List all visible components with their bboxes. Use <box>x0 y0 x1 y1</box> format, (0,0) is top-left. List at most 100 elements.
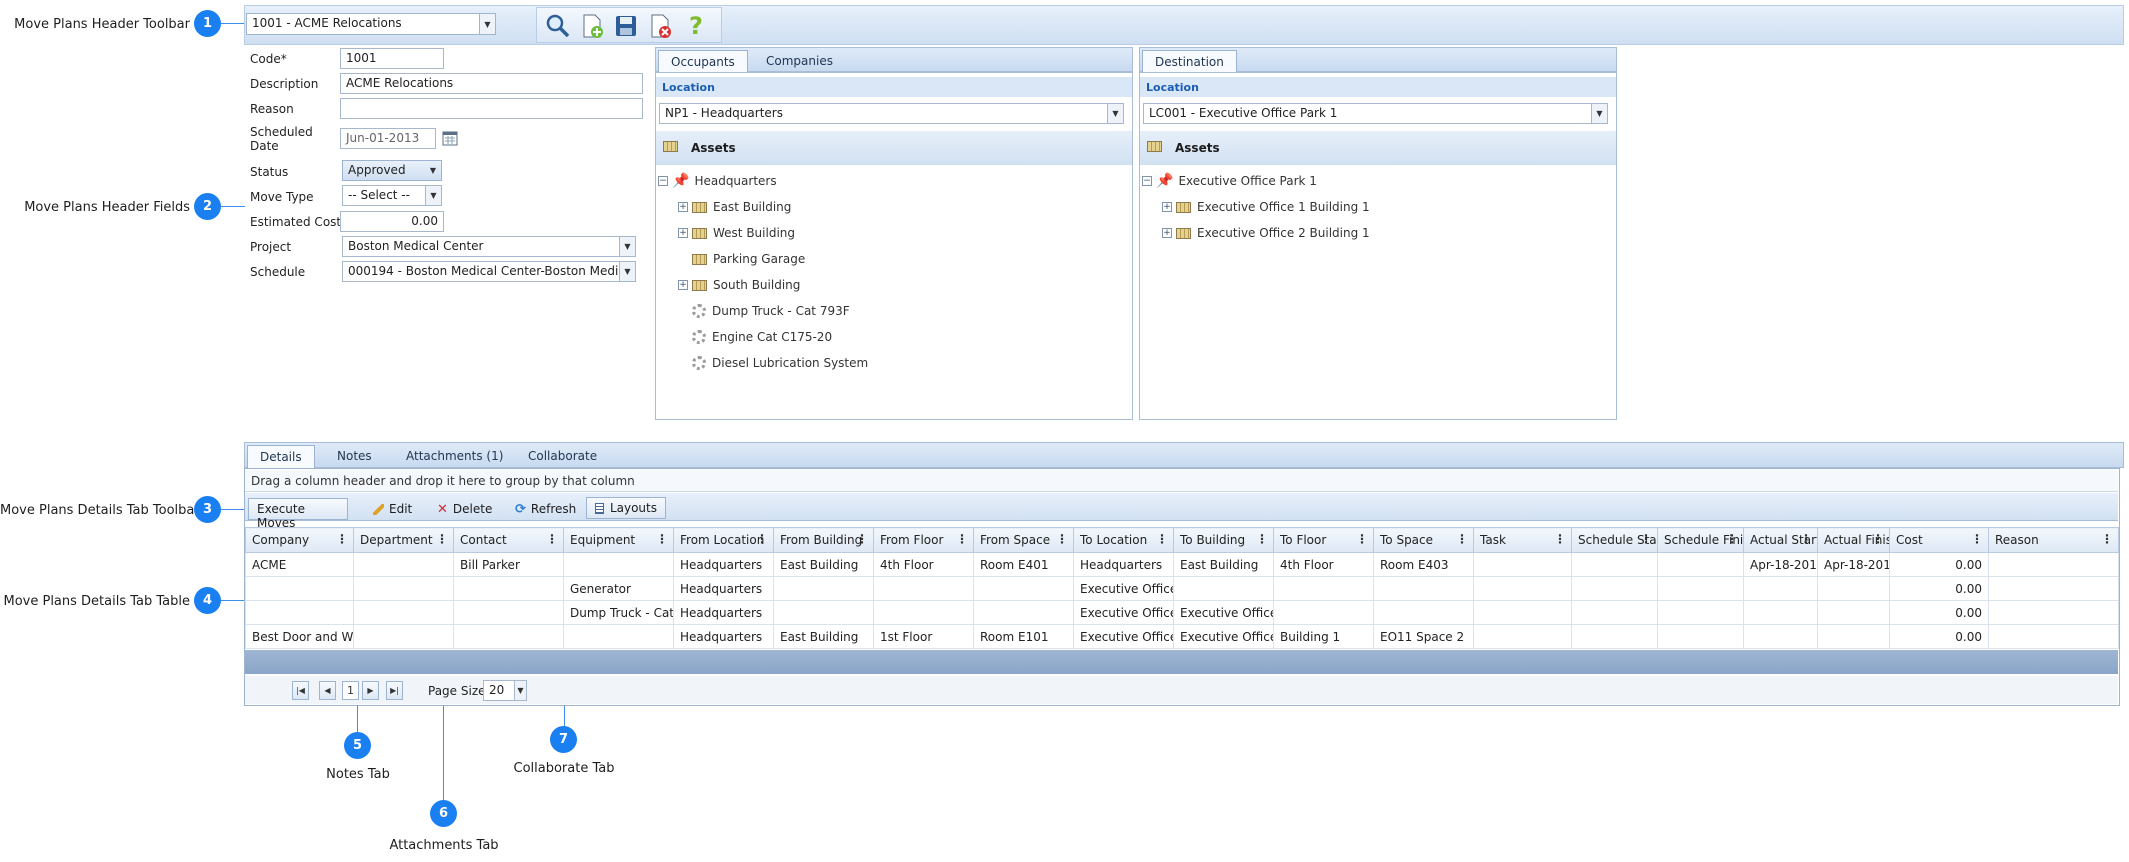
description-field[interactable]: ACME Relocations <box>340 73 643 94</box>
tree-node-diesel-lubrication[interactable]: Diesel Lubrication System <box>692 354 868 372</box>
column-header[interactable]: Department ⋮ <box>353 527 454 553</box>
expand-icon[interactable]: + <box>1162 202 1172 212</box>
prev-page-icon[interactable]: ◀ <box>319 681 336 700</box>
column-header[interactable]: Reason ⋮ <box>1988 527 2119 553</box>
table-row[interactable]: GeneratorHeadquarters Executive Office P 0… <box>245 576 2119 601</box>
column-menu-icon[interactable]: ⋮ <box>1056 532 1068 546</box>
tree-node-headquarters[interactable]: − 📌 Headquarters <box>658 172 777 190</box>
tab-occupants[interactable]: Occupants <box>658 50 748 72</box>
page-size-select[interactable]: 20 ▼ <box>483 680 527 701</box>
destination-location-select[interactable]: LC001 - Executive Office Park 1 ▼ <box>1143 103 1608 124</box>
column-header[interactable]: To Space ⋮ <box>1373 527 1474 553</box>
edit-button[interactable]: Edit <box>364 498 421 520</box>
estimated-cost-field[interactable]: 0.00 <box>340 211 444 232</box>
tree-node-south-building[interactable]: + South Building <box>678 276 800 294</box>
column-menu-icon[interactable]: ⋮ <box>336 532 348 546</box>
new-record-icon[interactable] <box>579 13 605 39</box>
refresh-button[interactable]: ⟳ Refresh <box>506 498 585 520</box>
tab-details[interactable]: Details <box>247 445 315 469</box>
move-type-select[interactable]: -- Select -- ▼ <box>342 185 442 206</box>
column-menu-icon[interactable]: ⋮ <box>1872 532 1884 546</box>
column-menu-icon[interactable]: ⋮ <box>2101 532 2113 546</box>
tab-notes[interactable]: Notes <box>325 445 384 467</box>
table-row[interactable]: Dump Truck - Cat 79Headquarters Executive… <box>245 600 2119 625</box>
tree-node-west-building[interactable]: + West Building <box>678 224 795 242</box>
expand-icon[interactable]: + <box>678 202 688 212</box>
chevron-down-icon[interactable]: ▼ <box>619 262 635 281</box>
column-menu-icon[interactable]: ⋮ <box>1356 532 1368 546</box>
chevron-down-icon[interactable]: ▼ <box>1591 104 1607 123</box>
expand-icon[interactable]: + <box>1162 228 1172 238</box>
collapse-icon[interactable]: − <box>1142 176 1152 186</box>
tab-collaborate[interactable]: Collaborate <box>516 445 609 467</box>
chevron-down-icon[interactable]: ▼ <box>479 14 495 34</box>
table-row[interactable]: Best Door and Win Headquarters East Buildi… <box>245 624 2119 649</box>
record-select[interactable]: 1001 - ACME Relocations ▼ <box>246 13 496 35</box>
status-select[interactable]: Approved ▼ <box>342 160 442 181</box>
collapse-icon[interactable]: − <box>658 176 668 186</box>
column-header[interactable]: From Space ⋮ <box>973 527 1074 553</box>
column-menu-icon[interactable]: ⋮ <box>1554 532 1566 546</box>
column-header[interactable]: From Building ⋮ <box>773 527 874 553</box>
column-header[interactable]: Schedule Start ⋮ <box>1571 527 1658 553</box>
column-menu-icon[interactable]: ⋮ <box>656 532 668 546</box>
project-select[interactable]: Boston Medical Center ▼ <box>342 236 636 257</box>
expand-icon[interactable]: + <box>678 280 688 290</box>
column-menu-icon[interactable]: ⋮ <box>856 532 868 546</box>
column-header[interactable]: Company ⋮ <box>245 527 354 553</box>
column-menu-icon[interactable]: ⋮ <box>1800 532 1812 546</box>
table-row[interactable]: ACME Bill Parker Headquarters East Building… <box>245 552 2119 577</box>
expand-icon[interactable]: + <box>678 228 688 238</box>
tab-companies[interactable]: Companies <box>754 50 845 72</box>
column-header[interactable]: Actual Start ⋮ <box>1743 527 1818 553</box>
column-header[interactable]: To Building ⋮ <box>1173 527 1274 553</box>
column-menu-icon[interactable]: ⋮ <box>546 532 558 546</box>
first-page-icon[interactable]: |◀ <box>292 681 309 700</box>
column-header[interactable]: Contact ⋮ <box>453 527 564 553</box>
chevron-down-icon[interactable]: ▼ <box>1107 104 1123 123</box>
save-icon[interactable] <box>613 13 639 39</box>
group-by-bar[interactable]: Drag a column header and drop it here to… <box>245 470 2118 492</box>
last-page-icon[interactable]: ▶| <box>386 681 403 700</box>
calendar-icon[interactable] <box>442 130 458 146</box>
column-header[interactable]: From Location ⋮ <box>673 527 774 553</box>
tree-node-executive-office-park[interactable]: − 📌 Executive Office Park 1 <box>1142 172 1317 190</box>
column-menu-icon[interactable]: ⋮ <box>1640 532 1652 546</box>
scheduled-date-field[interactable]: Jun-01-2013 <box>340 128 436 149</box>
column-header[interactable]: To Location ⋮ <box>1073 527 1174 553</box>
tree-node-engine[interactable]: Engine Cat C175-20 <box>692 328 832 346</box>
column-header[interactable]: Schedule Finish⋮ <box>1657 527 1744 553</box>
column-menu-icon[interactable]: ⋮ <box>436 532 448 546</box>
column-menu-icon[interactable]: ⋮ <box>956 532 968 546</box>
delete-button[interactable]: ✕ Delete <box>428 498 501 520</box>
tab-destination[interactable]: Destination <box>1142 50 1237 72</box>
code-field[interactable]: 1001 <box>340 48 444 69</box>
tree-node-executive-office-2[interactable]: + Executive Office 2 Building 1 <box>1162 224 1370 242</box>
column-header[interactable]: Actual Finish⋮ <box>1817 527 1890 553</box>
occupants-location-select[interactable]: NP1 - Headquarters ▼ <box>659 103 1124 124</box>
chevron-down-icon[interactable]: ▼ <box>425 186 441 205</box>
schedule-select[interactable]: 000194 - Boston Medical Center-Boston Me… <box>342 261 636 282</box>
tree-node-executive-office-1[interactable]: + Executive Office 1 Building 1 <box>1162 198 1370 216</box>
tree-node-parking-garage[interactable]: Parking Garage <box>692 250 805 268</box>
layouts-button[interactable]: Layouts <box>586 497 666 519</box>
column-header[interactable]: Task ⋮ <box>1473 527 1572 553</box>
column-header[interactable]: Cost ⋮ <box>1889 527 1989 553</box>
help-icon[interactable]: ? <box>683 12 709 40</box>
chevron-down-icon[interactable]: ▼ <box>514 681 526 700</box>
page-number[interactable]: 1 <box>342 681 359 700</box>
column-header[interactable]: To Floor ⋮ <box>1273 527 1374 553</box>
tab-attachments[interactable]: Attachments (1) <box>394 445 515 467</box>
column-menu-icon[interactable]: ⋮ <box>1971 532 1983 546</box>
column-header[interactable]: Equipment ⋮ <box>563 527 674 553</box>
column-menu-icon[interactable]: ⋮ <box>1256 532 1268 546</box>
next-page-icon[interactable]: ▶ <box>362 681 379 700</box>
column-header[interactable]: From Floor ⋮ <box>873 527 974 553</box>
column-menu-icon[interactable]: ⋮ <box>756 532 768 546</box>
column-menu-icon[interactable]: ⋮ <box>1156 532 1168 546</box>
chevron-down-icon[interactable]: ▼ <box>619 237 635 256</box>
reason-field[interactable] <box>340 98 643 119</box>
tree-node-east-building[interactable]: + East Building <box>678 198 791 216</box>
execute-moves-button[interactable]: Execute Moves <box>248 498 348 530</box>
delete-record-icon[interactable] <box>647 13 673 39</box>
